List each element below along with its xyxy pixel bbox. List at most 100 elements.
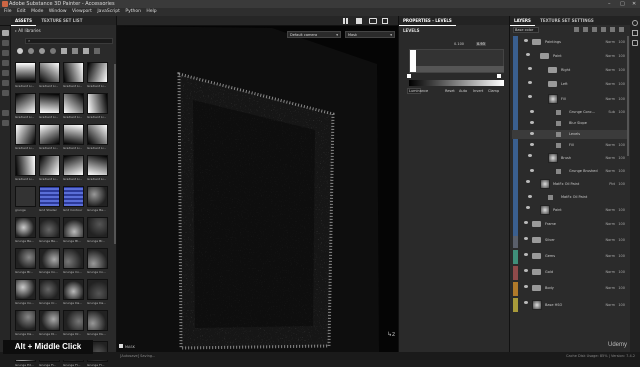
menu-help[interactable]: Help bbox=[146, 8, 156, 16]
asset-thumbnail[interactable] bbox=[39, 155, 60, 176]
layer-folder[interactable]: Right Norm 100 bbox=[512, 65, 629, 77]
texture-set-icon[interactable] bbox=[632, 20, 638, 26]
asset-thumbnail[interactable] bbox=[87, 155, 108, 176]
asset-thumbnail[interactable] bbox=[63, 186, 84, 207]
asset-thumbnail[interactable] bbox=[15, 93, 36, 114]
layer-row[interactable]: Paint Norm 100 bbox=[512, 204, 629, 217]
blend-mode[interactable]: Norm bbox=[605, 254, 615, 258]
blend-mode[interactable]: Sub bbox=[608, 110, 615, 114]
visibility-eye-icon[interactable] bbox=[528, 95, 532, 98]
layer-effect[interactable]: Grunge Conc... Sub 100 bbox=[512, 108, 629, 117]
levels-max-value[interactable]: 0.93 bbox=[476, 42, 486, 46]
reset-button[interactable]: Reset bbox=[445, 89, 455, 93]
asset-thumbnail[interactable] bbox=[15, 62, 36, 83]
projection-icon[interactable] bbox=[2, 50, 9, 56]
blend-mode[interactable]: Pbt bbox=[609, 182, 615, 186]
layer-icon[interactable] bbox=[2, 120, 9, 126]
asset-thumbnail[interactable] bbox=[63, 248, 84, 269]
visibility-eye-icon[interactable] bbox=[526, 180, 530, 183]
asset-thumbnail[interactable] bbox=[15, 217, 36, 238]
smudge-icon[interactable] bbox=[2, 70, 9, 76]
bake-icon[interactable] bbox=[2, 110, 9, 116]
clone-icon[interactable] bbox=[2, 80, 9, 86]
asset-thumbnail[interactable] bbox=[15, 186, 36, 207]
visibility-eye-icon[interactable] bbox=[530, 143, 534, 146]
filter-filter-icon[interactable] bbox=[50, 48, 56, 54]
visibility-eye-icon[interactable] bbox=[524, 237, 528, 240]
visibility-eye-icon[interactable] bbox=[524, 39, 528, 42]
layer-opacity[interactable]: 100 bbox=[618, 54, 625, 58]
asset-thumbnail[interactable] bbox=[87, 124, 108, 145]
visibility-eye-icon[interactable] bbox=[526, 53, 530, 56]
visibility-eye-icon[interactable] bbox=[524, 221, 528, 224]
asset-thumbnail[interactable] bbox=[87, 217, 108, 238]
layer-effect[interactable]: Blur Slope bbox=[512, 119, 629, 128]
asset-thumbnail[interactable] bbox=[39, 124, 60, 145]
tab-assets[interactable]: ASSETS bbox=[11, 16, 37, 26]
layer-opacity[interactable]: 100 bbox=[618, 270, 625, 274]
asset-thumbnail[interactable] bbox=[63, 155, 84, 176]
menu-mode[interactable]: Mode bbox=[31, 8, 43, 16]
eraser-icon[interactable] bbox=[2, 40, 9, 46]
visibility-eye-icon[interactable] bbox=[530, 169, 534, 172]
blend-mode[interactable]: Norm bbox=[605, 208, 615, 212]
menu-viewport[interactable]: Viewport bbox=[72, 8, 92, 16]
camera-icon[interactable] bbox=[369, 18, 377, 24]
asset-thumbnail[interactable] bbox=[87, 186, 108, 207]
visibility-eye-icon[interactable] bbox=[528, 67, 532, 70]
layer-opacity[interactable]: 100 bbox=[618, 169, 625, 173]
visibility-eye-icon[interactable] bbox=[530, 110, 534, 113]
blend-mode[interactable]: Norm bbox=[605, 169, 615, 173]
shader-settings-icon[interactable] bbox=[632, 40, 638, 46]
menu-edit[interactable]: Edit bbox=[17, 8, 26, 16]
layer-row[interactable]: MatFx Oil Paint Pbt 100 bbox=[512, 178, 629, 191]
asset-thumbnail[interactable] bbox=[15, 124, 36, 145]
material-filter-icon[interactable] bbox=[17, 48, 23, 54]
visibility-eye-icon[interactable] bbox=[530, 132, 534, 135]
visibility-eye-icon[interactable] bbox=[530, 121, 534, 124]
layer-opacity[interactable]: 100 bbox=[618, 40, 625, 44]
visibility-eye-icon[interactable] bbox=[524, 301, 528, 304]
asset-thumbnail[interactable] bbox=[63, 62, 84, 83]
asset-thumbnail[interactable] bbox=[15, 155, 36, 176]
blend-mode[interactable]: Norm bbox=[605, 270, 615, 274]
environment-filter-icon[interactable] bbox=[94, 48, 100, 54]
paint-brush-icon[interactable] bbox=[2, 30, 9, 36]
search-input[interactable]: ⌕ bbox=[25, 38, 113, 44]
smart-material-filter-icon[interactable] bbox=[28, 48, 34, 54]
layer-opacity[interactable]: 100 bbox=[618, 208, 625, 212]
layer-opacity[interactable]: 100 bbox=[618, 303, 625, 307]
close-icon[interactable]: ✕ bbox=[632, 0, 636, 8]
blend-mode[interactable]: Norm bbox=[605, 97, 615, 101]
pause-icon[interactable] bbox=[343, 18, 348, 24]
maximize-icon[interactable]: □ bbox=[620, 0, 625, 8]
display-settings-icon[interactable] bbox=[632, 30, 638, 36]
layer-folder[interactable]: Gems Norm 100 bbox=[512, 251, 629, 263]
blend-mode[interactable]: Norm bbox=[605, 40, 615, 44]
layer-opacity[interactable]: 100 bbox=[618, 182, 625, 186]
layer-opacity[interactable]: 100 bbox=[618, 254, 625, 258]
white-point-handle[interactable] bbox=[497, 74, 501, 78]
asset-thumbnail[interactable] bbox=[87, 310, 108, 331]
layer-effect[interactable]: MatFx Oil Paint bbox=[512, 193, 629, 202]
asset-thumbnail[interactable] bbox=[63, 217, 84, 238]
menu-javascript[interactable]: JavaScript bbox=[97, 8, 120, 16]
asset-thumbnail[interactable] bbox=[39, 310, 60, 331]
layer-folder[interactable]: Left Norm 100 bbox=[512, 79, 629, 91]
layers-scrollbar[interactable] bbox=[627, 36, 629, 156]
auto-button[interactable]: Auto bbox=[459, 89, 467, 93]
visibility-eye-icon[interactable] bbox=[528, 154, 532, 157]
asset-thumbnail[interactable] bbox=[63, 124, 84, 145]
tab-texture-set-list[interactable]: TEXTURE SET LIST bbox=[37, 16, 86, 25]
asset-thumbnail[interactable] bbox=[87, 93, 108, 114]
layer-opacity[interactable]: 100 bbox=[618, 97, 625, 101]
blend-mode[interactable]: Norm bbox=[605, 143, 615, 147]
black-point-handle[interactable] bbox=[407, 74, 411, 78]
layer-effect[interactable]: Levels bbox=[512, 130, 629, 139]
layer-opacity[interactable]: 100 bbox=[618, 143, 625, 147]
asset-thumbnail[interactable] bbox=[15, 248, 36, 269]
layer-effect[interactable]: Fill Norm 100 bbox=[512, 141, 629, 150]
picker-icon[interactable] bbox=[2, 90, 9, 96]
asset-thumbnail[interactable] bbox=[39, 186, 60, 207]
assets-scrollbar[interactable] bbox=[114, 64, 116, 244]
